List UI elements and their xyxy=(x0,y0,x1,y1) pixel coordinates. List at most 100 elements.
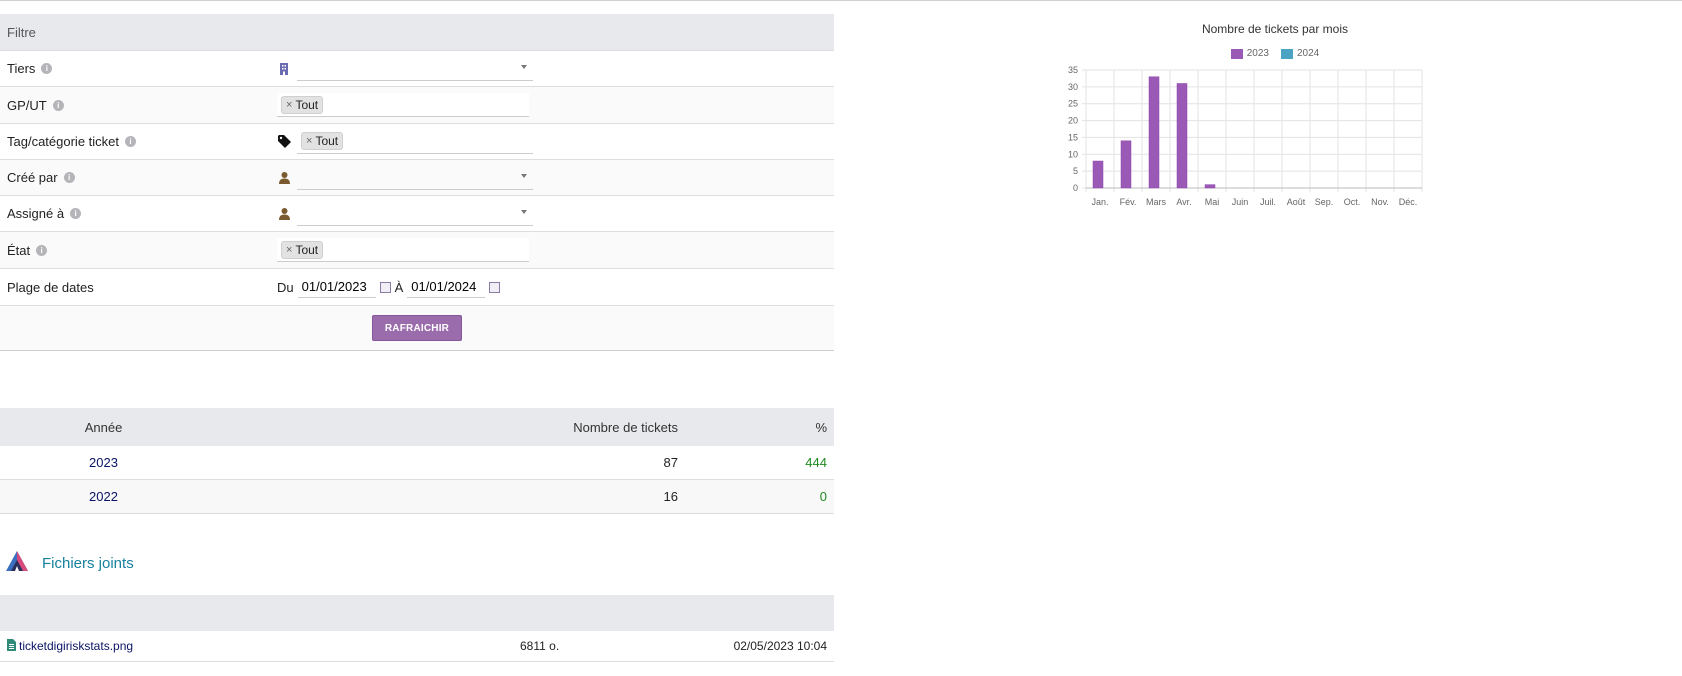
percent-value: 0 xyxy=(686,479,834,514)
assigned-to-select[interactable] xyxy=(297,202,533,226)
x-tick-label: Nov. xyxy=(1371,197,1389,207)
y-tick-label: 0 xyxy=(1073,183,1078,193)
x-tick-label: Août xyxy=(1287,197,1306,207)
tag-multiselect[interactable]: × Tout xyxy=(297,130,533,154)
filter-title: Filtre xyxy=(7,24,36,40)
info-icon[interactable]: i xyxy=(36,244,48,256)
chevron-down-icon xyxy=(521,209,527,214)
attachment-file-link[interactable]: ticketdigiriskstats.png xyxy=(19,639,133,653)
filter-panel: Filtre Tiers i GP/UT i × Tout Tag/catégorie… xyxy=(0,14,834,351)
info-icon[interactable]: i xyxy=(125,136,137,147)
filter-actions: RAFRAICHIR xyxy=(0,306,834,351)
year-link[interactable]: 2023 xyxy=(89,455,118,470)
percent-value: 444 xyxy=(686,446,834,480)
x-tick-label: Juil. xyxy=(1260,197,1276,207)
x-tick-label: Sep. xyxy=(1315,197,1334,207)
stats-table: Année Nombre de tickets % 2023 87 444 20… xyxy=(0,408,834,514)
gput-label: GP/UT xyxy=(7,97,47,113)
count-column-header: Nombre de tickets xyxy=(207,408,686,446)
attachments-section-title: Fichiers joints xyxy=(6,551,134,575)
attachments-title: Fichiers joints xyxy=(42,554,134,572)
gput-chip: × Tout xyxy=(281,95,324,114)
attachment-row: ticketdigiriskstats.png 6811 o. 02/05/20… xyxy=(0,631,834,662)
filter-row-tiers: Tiers i xyxy=(0,51,834,87)
chevron-down-icon xyxy=(521,173,527,178)
remove-chip-icon[interactable]: × xyxy=(286,99,292,111)
x-tick-label: Avr. xyxy=(1176,197,1191,207)
x-tick-label: Mai xyxy=(1205,197,1220,207)
table-row: 2023 87 444 xyxy=(0,446,834,480)
y-tick-label: 30 xyxy=(1068,82,1078,92)
remove-chip-icon[interactable]: × xyxy=(306,135,312,147)
tag-icon xyxy=(277,134,291,150)
date-from-input[interactable] xyxy=(297,276,376,298)
remove-chip-icon[interactable]: × xyxy=(286,244,292,256)
attachment-file: ticketdigiriskstats.png xyxy=(7,638,133,654)
filter-row-assigned-to: Assigné à i xyxy=(0,196,834,232)
tickets-per-month-chart: Nombre de tickets par mois 2023 2024 051… xyxy=(1040,18,1510,228)
y-tick-label: 35 xyxy=(1068,65,1078,75)
building-icon xyxy=(277,61,291,77)
year-link[interactable]: 2022 xyxy=(89,489,118,504)
gput-multiselect[interactable]: × Tout xyxy=(277,93,529,117)
info-icon[interactable]: i xyxy=(52,99,64,111)
user-icon xyxy=(277,170,291,186)
chart-plot: 0 5 10 15 20 25 30 35 Jan. Fév. Mars Avr. Mai Juin Jui… xyxy=(1068,65,1423,207)
state-label: État xyxy=(7,242,31,258)
date-range-label: Plage de dates xyxy=(7,279,94,295)
chevron-down-icon xyxy=(521,64,527,69)
date-to-label: À xyxy=(394,279,404,295)
x-tick-label: Fév. xyxy=(1120,197,1137,207)
bar xyxy=(1092,160,1104,189)
info-icon[interactable]: i xyxy=(63,172,75,183)
file-icon xyxy=(7,638,16,654)
calendar-icon[interactable] xyxy=(379,281,391,293)
x-tick-label: Déc. xyxy=(1399,197,1418,207)
state-chip: × Tout xyxy=(281,240,324,259)
filter-header: Filtre xyxy=(0,14,834,51)
calendar-icon[interactable] xyxy=(489,281,501,293)
assigned-to-label: Assigné à xyxy=(7,206,65,221)
top-border xyxy=(0,0,1682,1)
info-icon[interactable]: i xyxy=(41,63,53,74)
y-tick-label: 15 xyxy=(1068,132,1078,142)
tiers-label: Tiers xyxy=(7,61,36,76)
attachment-size: 6811 o. xyxy=(520,639,560,653)
y-tick-label: 25 xyxy=(1068,99,1078,109)
ticket-count: 16 xyxy=(207,479,686,514)
y-tick-label: 10 xyxy=(1068,149,1078,159)
tag-chip-label: Tout xyxy=(315,134,339,148)
refresh-button[interactable]: RAFRAICHIR xyxy=(371,315,463,341)
created-by-label: Créé par xyxy=(7,170,58,185)
tiers-select[interactable] xyxy=(297,57,533,81)
user-icon xyxy=(277,206,291,222)
date-from-label: Du xyxy=(277,279,294,295)
x-tick-label: Mars xyxy=(1146,197,1166,207)
state-chip-label: Tout xyxy=(295,242,319,257)
attachments-logo-icon xyxy=(6,551,28,575)
date-to-input[interactable] xyxy=(407,276,486,298)
stats-header-row: Année Nombre de tickets % xyxy=(0,408,834,446)
x-tick-label: Oct. xyxy=(1344,197,1361,207)
filter-row-created-by: Créé par i xyxy=(0,160,834,196)
y-tick-label: 20 xyxy=(1068,116,1078,126)
y-tick-label: 5 xyxy=(1073,166,1078,176)
attachment-date: 02/05/2023 10:04 xyxy=(733,639,827,653)
bar xyxy=(1148,76,1160,189)
bar xyxy=(1176,83,1188,189)
state-multiselect[interactable]: × Tout xyxy=(277,238,529,262)
tag-label: Tag/catégorie ticket xyxy=(7,134,120,149)
year-column-header: Année xyxy=(0,408,207,446)
filter-row-date-range: Plage de dates Du À xyxy=(0,269,834,306)
attachments-table-header xyxy=(0,595,834,631)
info-icon[interactable]: i xyxy=(70,208,82,219)
tag-chip: × Tout xyxy=(301,132,344,150)
bar xyxy=(1204,184,1216,189)
created-by-select[interactable] xyxy=(297,166,533,190)
percent-column-header: % xyxy=(686,408,834,446)
ticket-count: 87 xyxy=(207,446,686,480)
filter-row-gput: GP/UT i × Tout xyxy=(0,87,834,124)
x-tick-label: Jan. xyxy=(1091,197,1108,207)
filter-row-state: État i × Tout xyxy=(0,232,834,269)
x-tick-label: Juin xyxy=(1232,197,1249,207)
